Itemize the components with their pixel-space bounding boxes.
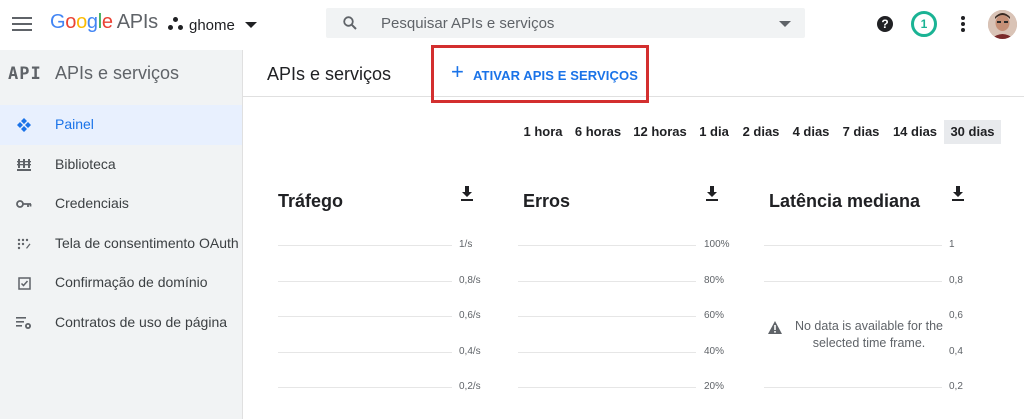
sidebar-item-credenciais[interactable]: Credenciais [0, 184, 242, 224]
help-icon[interactable]: ? [877, 16, 893, 32]
grid-line [764, 281, 942, 282]
download-icon[interactable] [951, 185, 965, 203]
no-data-message: No data is available for the selected ti… [768, 318, 948, 352]
grid-line [278, 281, 452, 282]
chart-title: Latência mediana [769, 191, 921, 211]
range-6-horas[interactable]: 6 horas [571, 120, 625, 144]
range-7-dias[interactable]: 7 dias [838, 120, 884, 144]
grid-line [518, 281, 696, 282]
search-icon [343, 16, 357, 30]
sidebar-item-label: Confirmação de domínio [55, 274, 208, 290]
tick-label: 0,2 [949, 381, 963, 392]
grid-line [518, 245, 696, 246]
sidebar-item-confirmacao[interactable]: Confirmação de domínio [0, 263, 242, 303]
tick-label: 0,6/s [459, 310, 481, 321]
tick-label: 0,8/s [459, 275, 481, 286]
sidebar-item-oauth[interactable]: Tela de consentimento OAuth [0, 224, 242, 264]
download-icon[interactable] [705, 185, 719, 203]
grid-line [278, 387, 452, 388]
warning-icon [768, 321, 782, 334]
tick-label: 0,2/s [459, 381, 481, 392]
range-2-dias[interactable]: 2 dias [738, 120, 784, 144]
consent-screen-icon [15, 235, 33, 253]
grid-line [764, 387, 942, 388]
top-bar: Google APIs ghome Pesquisar APIs e serviç… [0, 0, 1024, 50]
sidebar-item-label: Contratos de uso de página [55, 313, 228, 330]
search-placeholder: Pesquisar APIs e serviços [381, 15, 555, 32]
grid-line [278, 352, 452, 353]
project-icon [168, 17, 184, 33]
grid-line [518, 387, 696, 388]
range-1-dia[interactable]: 1 dia [695, 120, 733, 144]
tick-label: 60% [704, 310, 725, 321]
search-input[interactable]: Pesquisar APIs e serviços [326, 8, 805, 38]
range-14-dias[interactable]: 14 dias [889, 120, 941, 144]
more-options-icon[interactable] [960, 16, 966, 32]
enable-apis-label: ATIVAR APIS E SERVIÇOS [473, 68, 638, 83]
chart-latencia: Latência mediana [769, 185, 1014, 419]
grid-line [518, 316, 696, 317]
key-icon [15, 195, 33, 213]
page-title: APIs e serviços [267, 64, 392, 84]
menu-icon[interactable] [12, 16, 32, 32]
library-icon [15, 156, 33, 174]
chart-title: Erros [523, 191, 571, 211]
tick-label: 0,8 [949, 275, 963, 286]
project-name: ghome [189, 16, 235, 34]
grid-line [278, 245, 452, 246]
sidebar-item-biblioteca[interactable]: Biblioteca [0, 145, 242, 185]
tick-label: 0,4 [949, 346, 963, 357]
sidebar-item-label: Tela de consentimento OAuth [55, 234, 239, 251]
grid-line [278, 316, 452, 317]
tick-label: 0,4/s [459, 346, 481, 357]
google-wordmark: Google [50, 11, 113, 33]
time-range-selector: 1 hora 6 horas 12 horas 1 dia 2 dias 4 d… [0, 120, 1024, 144]
project-selector[interactable]: ghome [168, 14, 257, 36]
grid-line [764, 245, 942, 246]
avatar-image [988, 10, 1017, 39]
no-data-text: No data is available for the selected ti… [794, 319, 943, 350]
api-logo: API [8, 64, 42, 84]
logo-apis-text: APIs [116, 11, 158, 33]
notification-badge[interactable]: 1 [911, 11, 937, 37]
checkbox-icon [15, 274, 33, 292]
chart-erros: Erros [523, 185, 768, 419]
enable-apis-button[interactable]: + ATIVAR APIS E SERVIÇOS [431, 45, 649, 103]
range-4-dias[interactable]: 4 dias [788, 120, 834, 144]
tick-label: 40% [704, 346, 725, 357]
range-12-horas[interactable]: 12 horas [630, 120, 690, 144]
grid-line [518, 352, 696, 353]
sidebar: API APIs e serviços Painel Biblioteca Cr… [0, 50, 243, 419]
chart-title: Tráfego [278, 191, 344, 211]
sidebar-item-contratos[interactable]: Contratos de uso de página [0, 303, 242, 343]
tick-label: 20% [704, 381, 725, 392]
download-icon[interactable] [460, 185, 474, 203]
chevron-down-icon [244, 22, 257, 28]
plus-icon: + [451, 59, 464, 84]
sidebar-header: API APIs e serviços [0, 50, 243, 96]
tick-label: 80% [704, 275, 725, 286]
tick-label: 1 [949, 239, 955, 250]
tick-label: 0,6 [949, 310, 963, 321]
chart-trafego: Tráfego [278, 185, 523, 419]
sidebar-item-label: Biblioteca [55, 155, 116, 172]
settings-list-icon [15, 314, 33, 332]
tick-label: 100% [704, 239, 730, 250]
range-30-dias[interactable]: 30 dias [944, 120, 1001, 144]
tick-label: 1/s [459, 239, 473, 250]
google-apis-logo[interactable]: Google APIs [50, 11, 158, 34]
avatar[interactable] [988, 10, 1017, 39]
search-dropdown-icon[interactable] [779, 21, 791, 27]
sidebar-item-label: Credenciais [55, 195, 129, 211]
sidebar-title: APIs e serviços [55, 63, 180, 83]
range-1-hora[interactable]: 1 hora [519, 120, 567, 144]
